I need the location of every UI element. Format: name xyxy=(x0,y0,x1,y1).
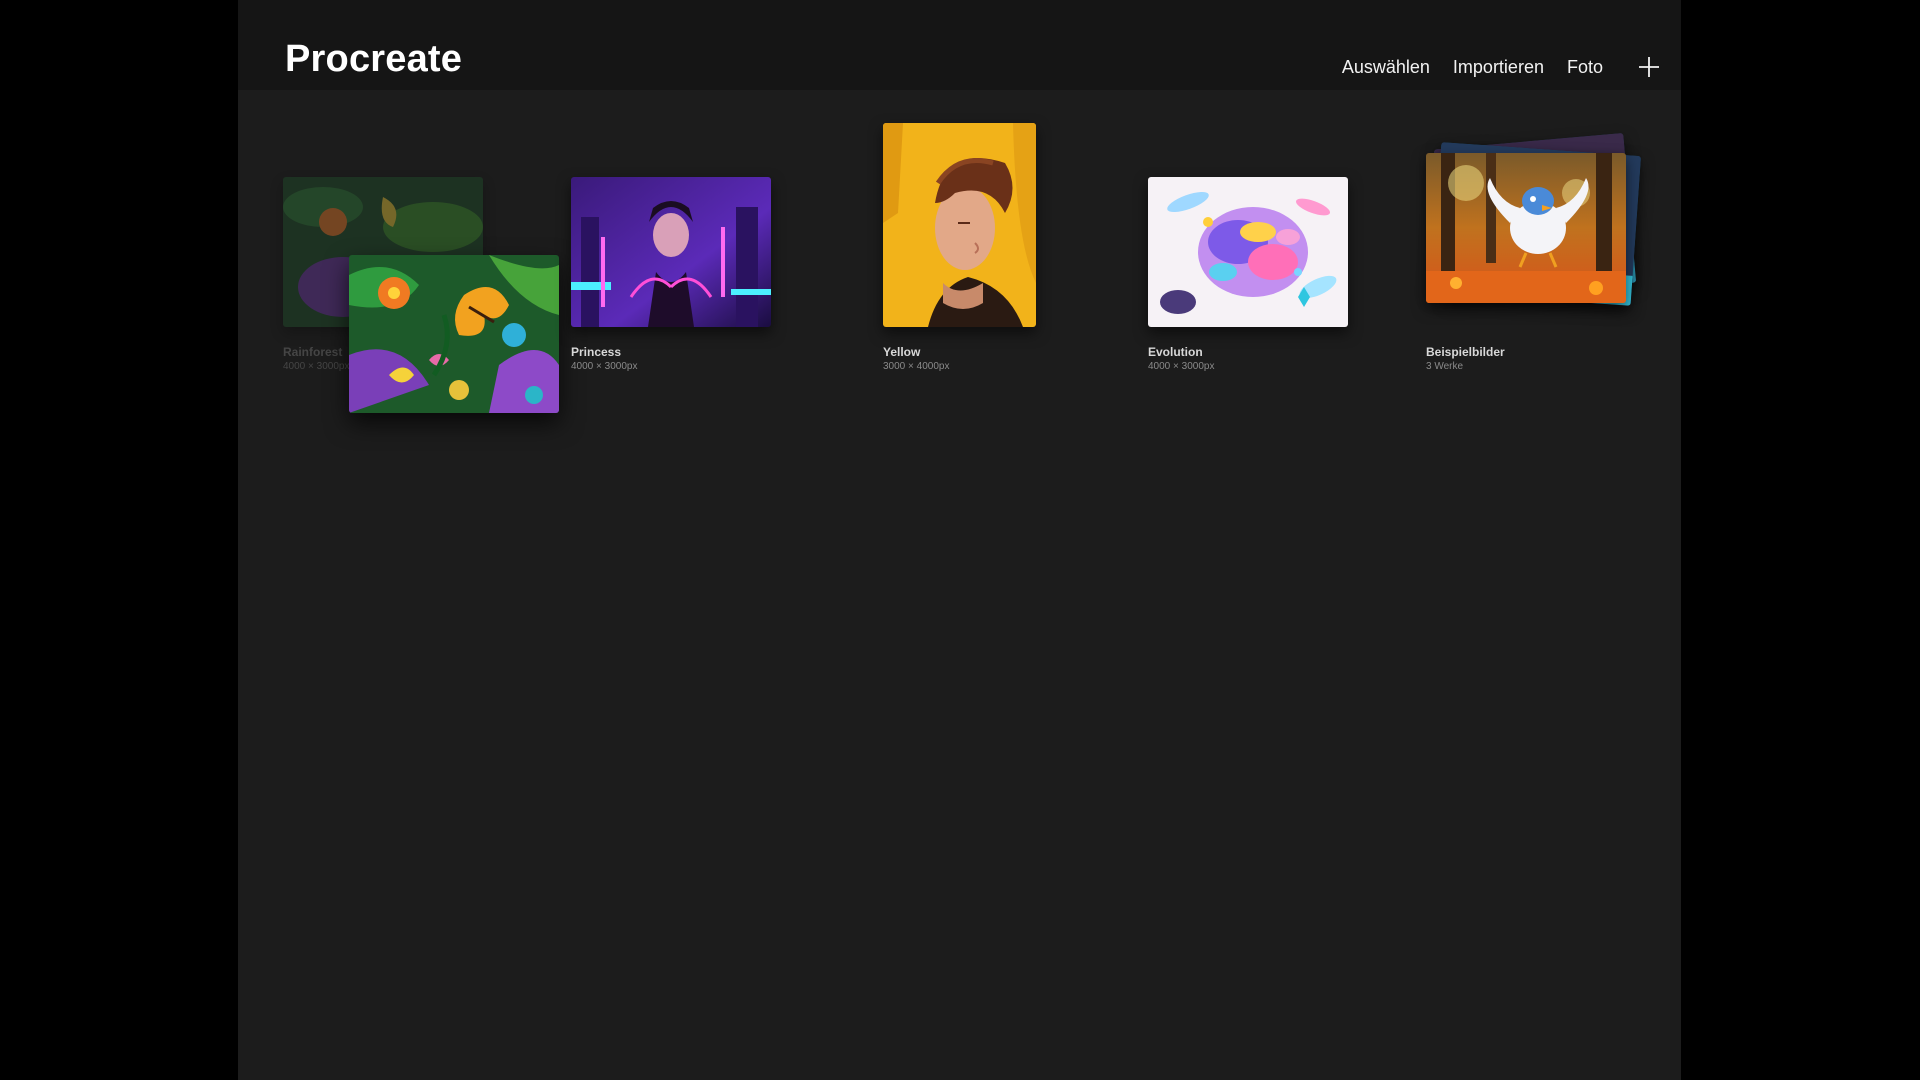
gallery-header: Procreate Auswählen Importieren Foto xyxy=(238,0,1681,90)
artwork-title: Evolution xyxy=(1148,345,1203,359)
header-nav: Auswählen Importieren Foto xyxy=(1319,55,1661,79)
stack-front-card xyxy=(1426,153,1626,303)
artwork-dimensions: 4000 × 3000px xyxy=(283,361,350,372)
artwork-gallery: Rainforest 4000 × 3000px Princess 4000 ×… xyxy=(238,90,1681,1080)
artwork-dimensions: 3000 × 4000px xyxy=(883,361,950,372)
artwork-title: Rainforest xyxy=(283,345,343,359)
rainforest-thumbnail-dragging[interactable] xyxy=(349,255,559,413)
yellow-thumbnail xyxy=(883,123,1036,327)
princess-thumbnail xyxy=(571,177,771,327)
photo-button[interactable]: Foto xyxy=(1567,57,1603,78)
artwork-princess[interactable]: Princess 4000 × 3000px xyxy=(571,177,771,377)
plus-icon[interactable] xyxy=(1637,55,1661,79)
stack-count: 3 Werke xyxy=(1426,361,1464,372)
app-title: Procreate xyxy=(285,38,463,80)
artwork-evolution[interactable]: Evolution 4000 × 3000px xyxy=(1148,177,1348,377)
select-button[interactable]: Auswählen xyxy=(1342,57,1430,78)
import-button[interactable]: Importieren xyxy=(1453,57,1544,78)
stack-beispielbilder[interactable]: Beispielbilder 3 Werke xyxy=(1426,133,1656,377)
artwork-dimensions: 4000 × 3000px xyxy=(571,361,638,372)
artwork-title: Princess xyxy=(571,345,622,359)
stack-title: Beispielbilder xyxy=(1426,345,1505,359)
artwork-dimensions: 4000 × 3000px xyxy=(1148,361,1215,372)
procreate-gallery-window: Procreate Auswählen Importieren Foto Rai… xyxy=(238,0,1681,1080)
artwork-title: Yellow xyxy=(883,345,921,359)
artwork-yellow[interactable]: Yellow 3000 × 4000px xyxy=(883,123,1043,377)
evolution-thumbnail xyxy=(1148,177,1348,327)
